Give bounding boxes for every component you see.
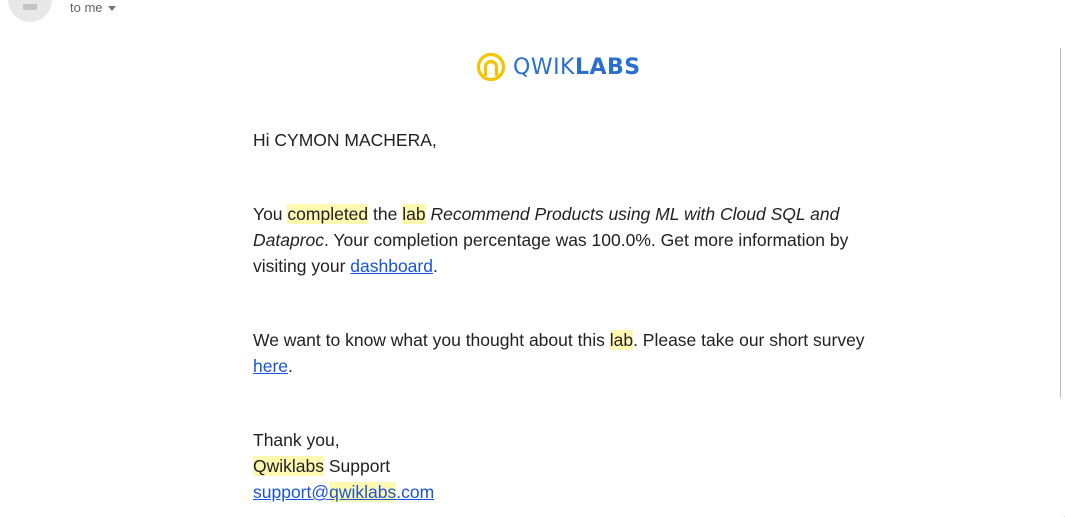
signoff-email: support@qwiklabs.com — [253, 479, 873, 505]
logo-text-bold: LABS — [574, 54, 641, 80]
highlight-lab: lab — [402, 204, 426, 224]
text-segment: You — [253, 204, 288, 224]
survey-link[interactable]: here — [253, 356, 288, 376]
email-view: to me QWIKLABS Hi CYMON MACHERA, You com… — [0, 0, 1065, 517]
avatar-placeholder-icon — [23, 4, 37, 10]
qwiklabs-logo: QWIKLABS — [476, 52, 641, 82]
text-segment: Support — [324, 456, 391, 476]
email-body: Hi CYMON MACHERA, You completed the lab … — [253, 127, 873, 505]
logo-text-light: QWIK — [513, 54, 575, 80]
recipient-details-toggle[interactable]: to me — [70, 0, 116, 15]
completion-paragraph: You completed the lab Recommend Products… — [253, 201, 873, 279]
text-segment: the — [368, 204, 403, 224]
signoff-thanks: Thank you, — [253, 430, 340, 450]
highlight-completed: completed — [287, 204, 369, 224]
chevron-down-icon — [107, 5, 116, 11]
email-prefix: support@ — [253, 482, 330, 502]
text-segment: . — [432, 256, 438, 276]
highlight-lab: lab — [609, 330, 634, 350]
greeting: Hi CYMON MACHERA, — [253, 130, 437, 150]
sender-avatar[interactable] — [8, 0, 52, 22]
support-email-link[interactable]: support@qwiklabs.com — [253, 482, 434, 502]
text-segment: We want to know what you thought about t… — [253, 330, 610, 350]
highlight-qwiklabs: qwiklabs — [329, 482, 397, 502]
text-segment: . — [288, 356, 293, 376]
logo-wordmark: QWIKLABS — [513, 55, 641, 80]
scrollbar[interactable] — [1060, 48, 1065, 398]
dashboard-link[interactable]: dashboard — [350, 256, 433, 276]
email-suffix: .com — [396, 482, 435, 502]
text-segment: . Please take our short survey — [633, 330, 865, 350]
signoff-team: Qwiklabs Support — [253, 453, 873, 479]
recipient-label: to me — [70, 0, 103, 15]
highlight-qwiklabs: Qwiklabs — [253, 456, 324, 476]
text-segment: . Your completion percentage was 100.0%.… — [253, 230, 849, 276]
survey-paragraph: We want to know what you thought about t… — [253, 327, 873, 379]
qwiklabs-logo-icon — [476, 52, 506, 82]
